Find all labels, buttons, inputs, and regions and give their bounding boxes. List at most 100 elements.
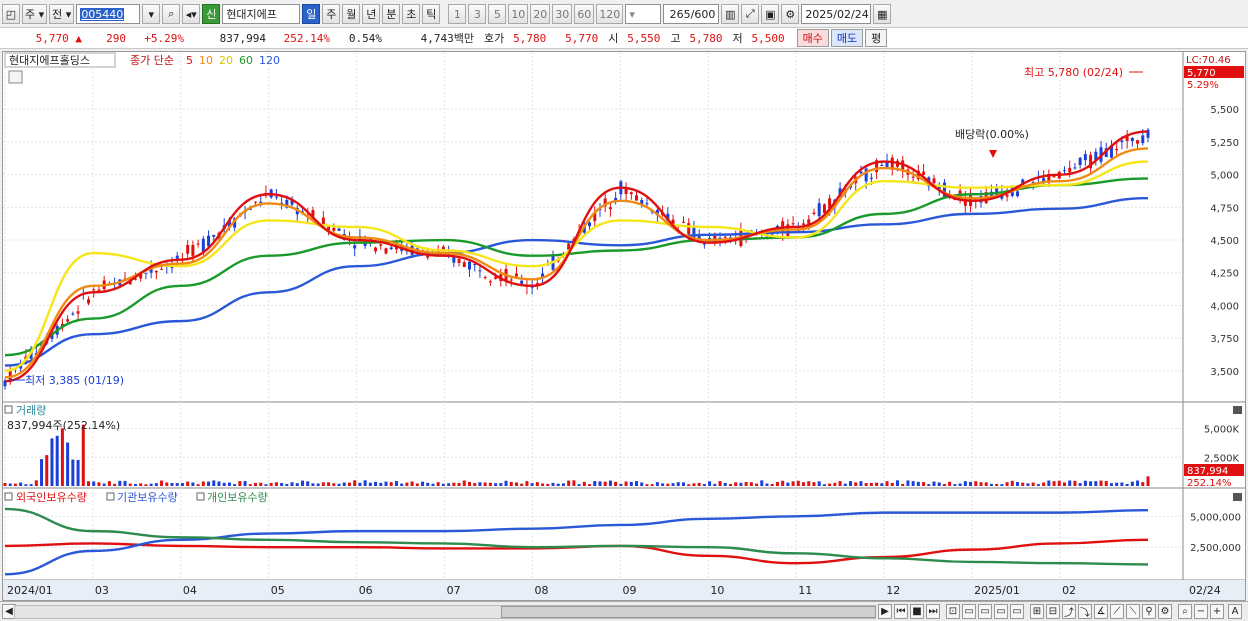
tool-6-icon[interactable]: ⟋ [1110, 604, 1124, 619]
chart-toolbar: ◰ 주 ▾ 전 ▾ 005440 ▾ ⌕ ◂▾ 신 현대지에프 일 주 월 년 … [0, 2, 1248, 26]
x-tick-label: 05 [271, 584, 285, 597]
tool-9-icon[interactable]: ⚙ [1158, 604, 1172, 619]
holdings-panel-close-icon[interactable] [1233, 493, 1242, 501]
holdings-panel-toggle-icon[interactable] [4, 492, 13, 501]
search-icon[interactable]: ⌕ [162, 4, 181, 24]
chart-type-selector[interactable]: 주 ▾ [22, 4, 48, 24]
save-icon[interactable]: ▣ [761, 4, 780, 24]
tool-8-icon[interactable]: ⚲ [1142, 604, 1156, 619]
candle-icon[interactable]: ▥ [721, 4, 740, 24]
tool-3-icon[interactable]: ⤴ [1062, 604, 1076, 619]
zoom-out-icon[interactable]: − [1194, 604, 1208, 619]
candle-body [1136, 140, 1140, 144]
price-tag: 5,770 [1187, 68, 1216, 79]
multiplier-120[interactable]: 120 [596, 4, 624, 24]
tool-1-icon[interactable]: ⊞ [1030, 604, 1044, 619]
volume-bar [572, 480, 576, 486]
count-field[interactable]: 265/600 [663, 4, 720, 24]
volume-bar [588, 484, 592, 486]
volume-bar [389, 482, 393, 486]
multiplier-5[interactable]: 5 [488, 4, 507, 24]
draw-tool-icon[interactable]: ⤢ [741, 4, 760, 24]
tab-day[interactable]: 일 [302, 4, 321, 24]
multiplier-60[interactable]: 60 [574, 4, 595, 24]
candle-body [1062, 170, 1066, 172]
stop-icon[interactable]: ■ [910, 604, 924, 619]
rewind-icon[interactable]: ⏮ [894, 604, 908, 619]
buy-button[interactable]: 매수 [796, 29, 829, 47]
legend-foreign: 외국인보유수량 [16, 491, 87, 504]
layout-4-icon[interactable]: ▭ [1010, 604, 1024, 619]
tool-2-icon[interactable]: ⊟ [1046, 604, 1060, 619]
tab-year[interactable]: 년 [362, 4, 381, 24]
calendar-icon[interactable]: ▦ [873, 4, 892, 24]
tool-7-icon[interactable]: ⟍ [1126, 604, 1140, 619]
tool-4-icon[interactable]: ⤵ [1078, 604, 1092, 619]
volume-panel-toggle-icon[interactable] [4, 405, 13, 414]
volume-bar [421, 481, 425, 486]
chart-canvas[interactable]: 5,500 5,250 5,000 4,750 4,500 4,250 4,000 3,750… [3, 52, 1245, 600]
multiplier-30[interactable]: 30 [552, 4, 573, 24]
volume-bar [410, 481, 414, 486]
signal-badge[interactable]: 신 [202, 4, 221, 24]
volume-bar [50, 438, 54, 486]
volume-bar [13, 483, 17, 486]
zoom-fit-icon[interactable]: ⊡ [946, 604, 960, 619]
multiplier-3[interactable]: 3 [468, 4, 487, 24]
volume-bar [76, 459, 80, 486]
forward-icon[interactable]: ⏭ [926, 604, 940, 619]
volume-bar [1146, 476, 1150, 486]
period-selector[interactable]: 전 ▾ [49, 4, 75, 24]
tab-tick[interactable]: 틱 [422, 4, 441, 24]
stock-code-dropdown-icon[interactable]: ▾ [142, 4, 161, 24]
volume-bar [321, 482, 325, 486]
price-tick-label: 5,500 [1210, 105, 1239, 116]
speaker-icon[interactable]: ◂▾ [182, 4, 201, 24]
layout-2-icon[interactable]: ▭ [978, 604, 992, 619]
volume-bar [1052, 481, 1056, 486]
legend-indiv-toggle-icon[interactable] [196, 492, 205, 501]
layout-3-icon[interactable]: ▭ [994, 604, 1008, 619]
period-label: 전 [52, 8, 63, 21]
stock-code-input[interactable]: 005440 [76, 4, 141, 24]
tab-month[interactable]: 월 [342, 4, 361, 24]
window-menu-icon[interactable]: ◰ [2, 4, 20, 24]
volume-bar [812, 482, 816, 486]
table-toggle-icon[interactable] [8, 70, 23, 84]
volume-bar [1120, 482, 1124, 486]
zoom-search-icon[interactable]: ⌕ [1178, 604, 1192, 619]
sell-button[interactable]: 매도 [830, 29, 864, 47]
custom-multiplier-input[interactable]: ▾ [625, 4, 662, 24]
volume-bar [499, 483, 503, 486]
scroll-right-icon[interactable]: ▶ [878, 604, 892, 619]
tab-second[interactable]: 초 [402, 4, 421, 24]
volume-bar [300, 480, 304, 486]
legend-institution: 기관보유수량 [117, 491, 178, 504]
auto-scale-icon[interactable]: A [1228, 604, 1242, 619]
volume-bar [8, 483, 12, 486]
volume-panel-close-icon[interactable] [1233, 406, 1242, 414]
tool-5-icon[interactable]: ∡ [1094, 604, 1108, 619]
layout-1-icon[interactable]: ▭ [962, 604, 976, 619]
holdings-lines [4, 507, 1149, 576]
legend-inst-toggle-icon[interactable] [106, 492, 115, 501]
scroll-thumb[interactable] [501, 606, 876, 618]
multiplier-1[interactable]: 1 [448, 4, 467, 24]
scroll-track[interactable] [14, 605, 876, 619]
volume-bar [227, 482, 231, 486]
volume-bar [337, 483, 341, 486]
multiplier-10[interactable]: 10 [508, 4, 529, 24]
volume-bar [87, 481, 91, 486]
chart-area[interactable]: 5,500 5,250 5,000 4,750 4,500 4,250 4,000 3,750… [2, 51, 1246, 601]
zoom-in-icon[interactable]: + [1210, 604, 1224, 619]
tab-week[interactable]: 주 [322, 4, 341, 24]
evaluate-button[interactable]: 평 [865, 29, 888, 47]
tab-minute[interactable]: 분 [382, 4, 401, 24]
lc-label: LC:70.46 [1186, 55, 1231, 66]
gear-icon[interactable]: ⚙ [781, 4, 800, 24]
price-panel [3, 52, 1183, 402]
multiplier-20[interactable]: 20 [530, 4, 551, 24]
candle-body [207, 235, 211, 247]
up-arrow-icon: ▲ [75, 31, 82, 45]
date-input[interactable]: 2025/02/24 [801, 4, 872, 24]
